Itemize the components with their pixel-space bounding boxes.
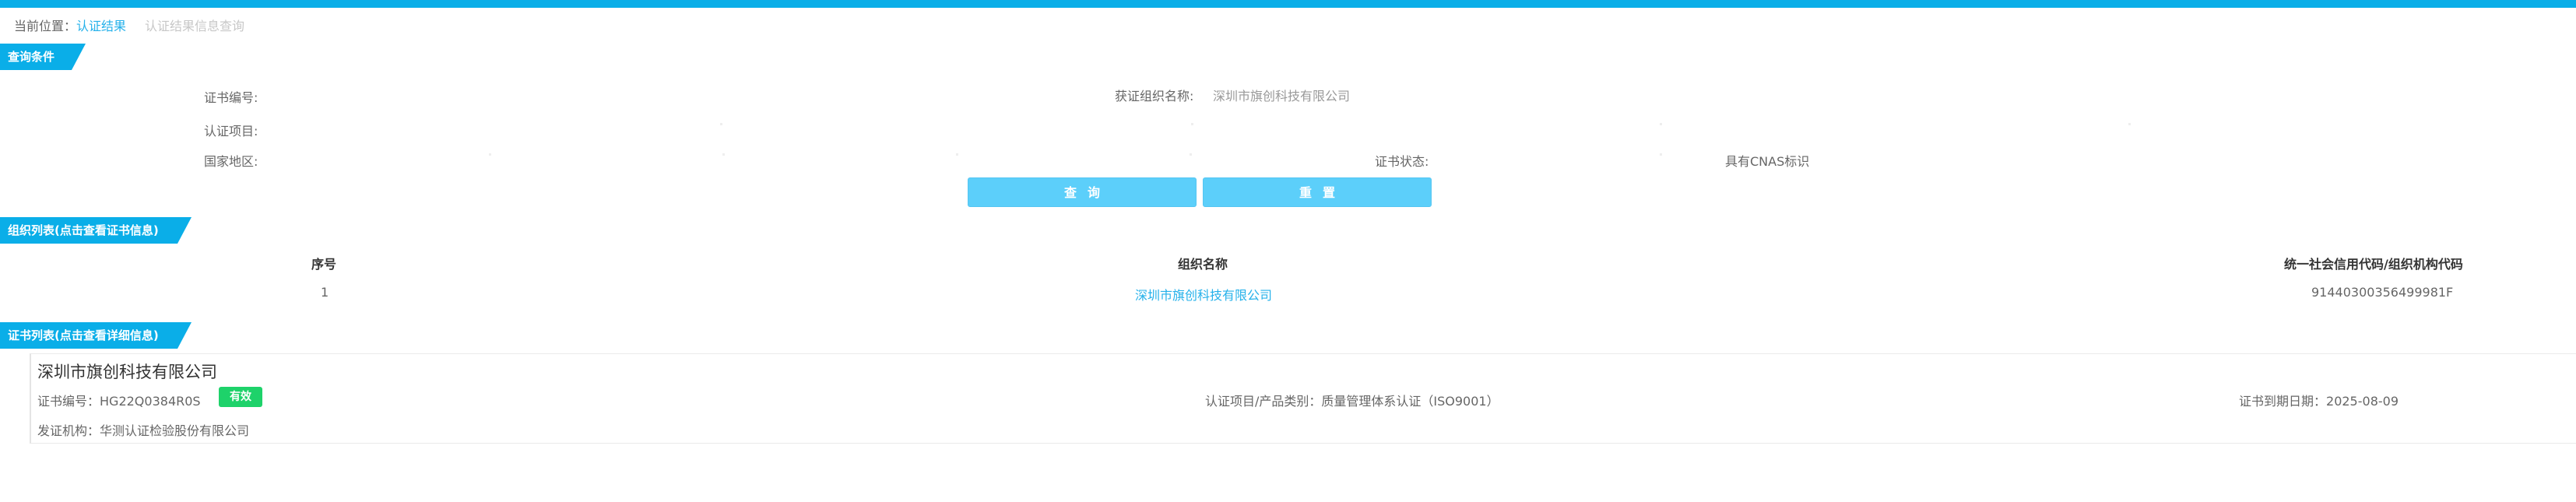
region-select-separator: [489, 153, 491, 156]
project-value: 质量管理体系认证（ISO9001）: [1321, 394, 1499, 409]
column-header-index: 序号: [311, 257, 337, 272]
cert-card-org-name[interactable]: 深圳市旗创科技有限公司: [37, 360, 217, 383]
project-option-separator: [1660, 123, 1662, 125]
region-label: 国家地区:: [204, 154, 258, 169]
breadcrumb-link-result[interactable]: 认证结果: [76, 19, 126, 33]
status-select-separator: [1660, 153, 1662, 156]
column-header-credit-code: 统一社会信用代码/组织机构代码: [2284, 257, 2463, 272]
row-org-name-link[interactable]: 深圳市旗创科技有限公司: [1135, 285, 1272, 304]
status-badge: 有效: [219, 387, 262, 407]
issuer-label: 发证机构：: [37, 423, 100, 438]
section-org-list: 组织列表(点击查看证书信息): [0, 217, 192, 244]
cert-card-project: 认证项目/产品类别：质量管理体系认证（ISO9001）: [1205, 391, 1499, 409]
project-option-separator: [2128, 123, 2131, 125]
breadcrumb-link-query[interactable]: 认证结果信息查询: [145, 19, 244, 33]
project-label: 认证项目:: [204, 124, 258, 139]
search-button[interactable]: 查询: [968, 177, 1197, 207]
section-cert-list: 证书列表(点击查看详细信息): [0, 322, 192, 349]
region-select-separator: [722, 153, 725, 156]
cert-no-label: 证书编号：: [37, 394, 100, 409]
cert-no-value: HG22Q0384R0S: [100, 394, 201, 409]
cert-card-expiry: 证书到期日期：2025-08-09: [2239, 391, 2399, 409]
region-select-separator: [1190, 153, 1192, 156]
cert-status-label: 证书状态:: [1375, 154, 1429, 169]
cert-card-issuer: 发证机构：华测认证检验股份有限公司: [37, 420, 249, 439]
breadcrumb-prefix: 当前位置：: [14, 19, 77, 33]
cert-card-cert-no: 证书编号：HG22Q0384R0S: [37, 391, 201, 409]
column-header-org-name: 组织名称: [1178, 257, 1228, 272]
org-name-input[interactable]: 深圳市旗创科技有限公司: [1213, 86, 1350, 104]
cnas-checkbox-label[interactable]: 具有CNAS标识: [1725, 151, 1809, 170]
row-credit-code: 91440300356499981F: [2311, 285, 2454, 300]
top-accent-bar: [0, 0, 2576, 8]
issuer-value: 华测认证检验股份有限公司: [100, 423, 250, 438]
row-index: 1: [321, 285, 329, 300]
org-name-label: 获证组织名称:: [1115, 89, 1194, 104]
cert-no-label: 证书编号:: [204, 90, 258, 105]
section-query-conditions: 查询条件: [0, 44, 86, 70]
project-option-separator: [720, 123, 722, 125]
region-select-separator: [956, 153, 958, 156]
reset-button[interactable]: 重置: [1203, 177, 1432, 207]
project-label: 认证项目/产品类别：: [1205, 394, 1322, 409]
breadcrumb: 当前位置：认证结果 认证结果信息查询: [14, 16, 244, 34]
expiry-label: 证书到期日期：: [2239, 394, 2327, 409]
expiry-value: 2025-08-09: [2326, 394, 2399, 409]
project-option-separator: [1191, 123, 1193, 125]
